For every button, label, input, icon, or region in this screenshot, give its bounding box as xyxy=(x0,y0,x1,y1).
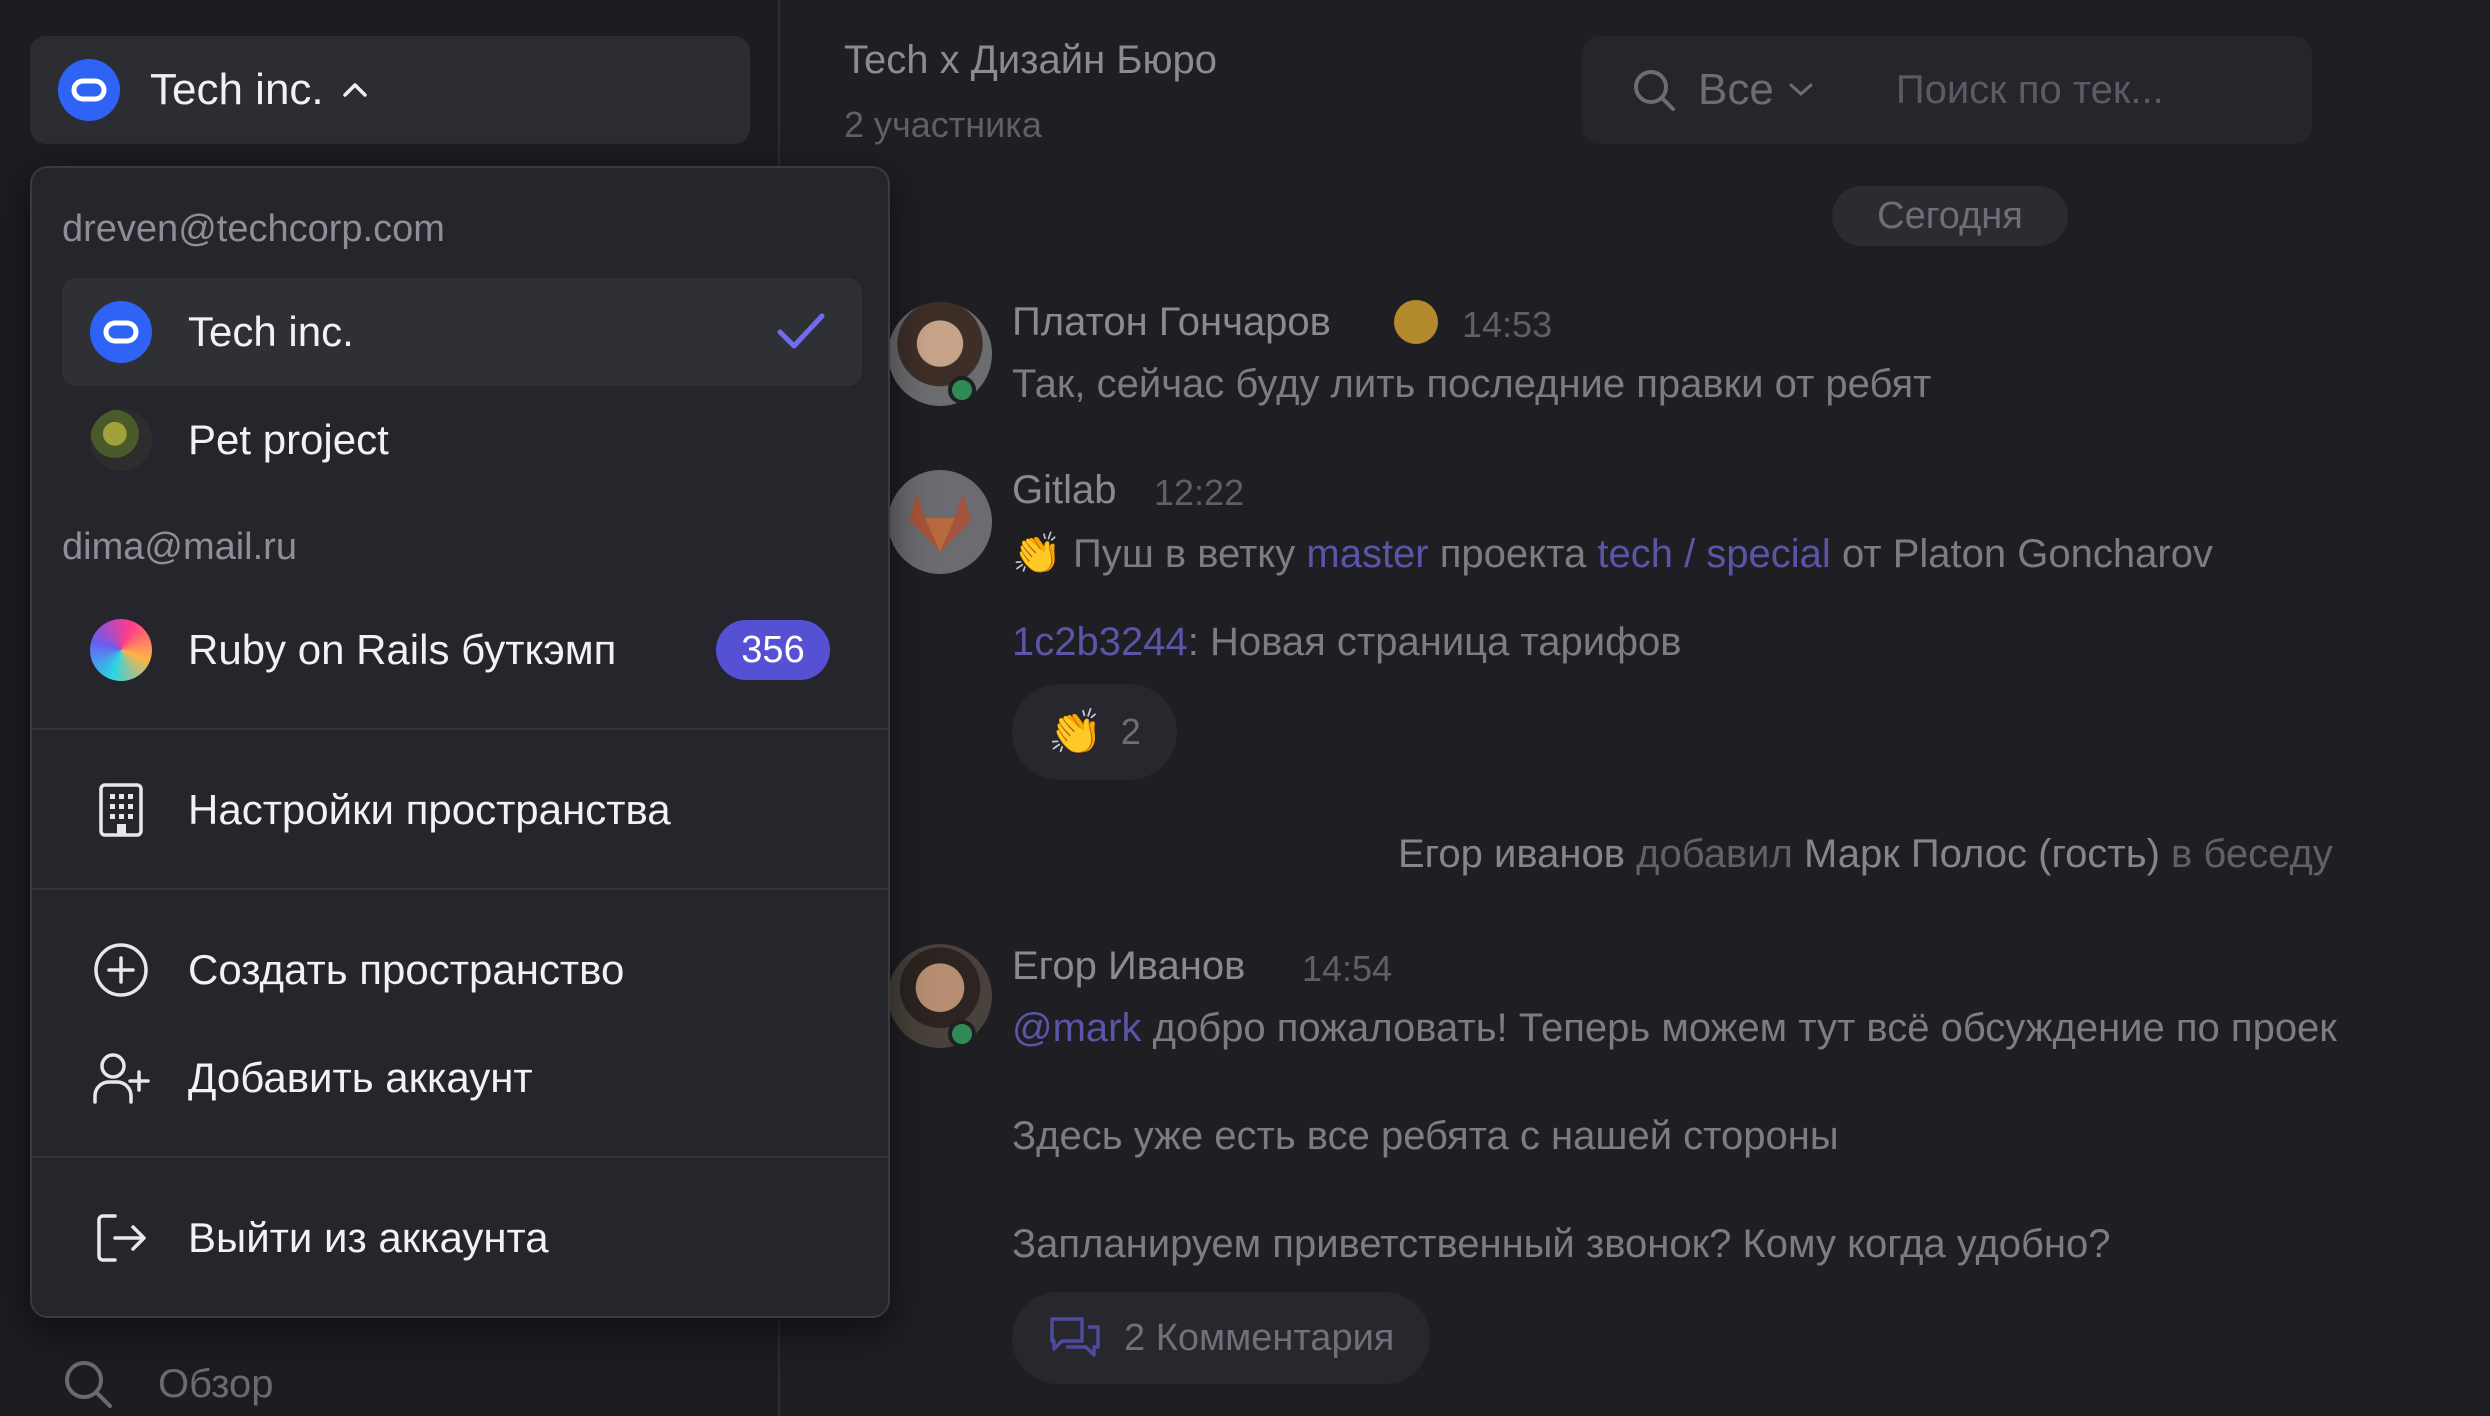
workspace-item-pet-project[interactable]: Pet project xyxy=(62,386,862,494)
gitlab-logo-icon xyxy=(909,494,971,552)
sidebar-item-overview[interactable]: Обзор xyxy=(60,1356,274,1412)
menu-label: Настройки пространства xyxy=(188,786,671,833)
search-icon xyxy=(1634,70,1675,111)
workspace-label: Pet project xyxy=(188,416,389,463)
reaction-count: 2 xyxy=(1120,711,1141,752)
workspace-item-tech-inc[interactable]: Tech inc. xyxy=(62,278,862,386)
space-settings-item[interactable]: Настройки пространства xyxy=(62,756,862,864)
clap-emoji-icon: 👏 xyxy=(1012,532,1062,576)
message-time: 12:22 xyxy=(1154,472,1245,513)
unread-badge: 356 xyxy=(716,620,830,680)
message-time: 14:54 xyxy=(1302,948,1393,989)
user-plus-icon xyxy=(90,1047,152,1109)
reaction-button[interactable]: 👏 2 xyxy=(1012,684,1177,780)
sidebar-item-label: Обзор xyxy=(158,1361,274,1406)
mention-link[interactable]: @mark xyxy=(1012,1006,1142,1050)
message-text: Запланируем приветственный звонок? Кому … xyxy=(1012,1222,2111,1266)
system-actor[interactable]: Егор иванов xyxy=(1398,832,1625,876)
gitlab-avatar[interactable] xyxy=(888,470,992,574)
workspace-switcher[interactable]: Tech inc. xyxy=(30,36,750,144)
search-icon xyxy=(65,1361,112,1408)
project-link[interactable]: tech / special xyxy=(1597,532,1830,576)
chat-search: Все Поиск по тек... xyxy=(1582,36,2312,144)
workspace-label: Ruby on Rails буткэмп xyxy=(188,626,617,673)
workspace-item-ruby-bootcamp[interactable]: Ruby on Rails буткэмп 356 xyxy=(62,596,862,704)
date-divider: Сегодня xyxy=(1832,186,2068,246)
message-text: Здесь уже есть все ребята с нашей сторон… xyxy=(1012,1114,1839,1158)
workspace-name: Tech inc. xyxy=(150,65,324,114)
workspace-avatar-icon xyxy=(90,619,152,681)
app-window: Tech inc. Обзор Tech x Дизайн Бюро 2 уча… xyxy=(0,0,2490,1416)
search-filter-dropdown[interactable]: Все xyxy=(1698,65,1816,115)
menu-label: Добавить аккаунт xyxy=(188,1054,533,1101)
plus-circle-icon xyxy=(90,939,152,1001)
comments-label: 2 Комментария xyxy=(1124,1316,1395,1359)
smiley-emoji-icon xyxy=(1394,300,1438,344)
divider xyxy=(32,888,888,890)
message-text: Так, сейчас буду лить последние правки о… xyxy=(1012,362,1932,406)
clap-emoji-icon: 👏 xyxy=(1048,708,1103,757)
message-text: @mark добро пожаловать! Теперь можем тут… xyxy=(1012,1006,2337,1050)
system-target[interactable]: Марк Полос (гость) xyxy=(1804,832,2160,876)
message-time: 14:53 xyxy=(1462,304,1553,345)
workspace-logo-icon xyxy=(90,301,152,363)
chevron-up-icon xyxy=(342,83,367,97)
commit-link[interactable]: 1c2b3244 xyxy=(1012,620,1188,664)
branch-link[interactable]: master xyxy=(1306,532,1428,576)
menu-label: Выйти из аккаунта xyxy=(188,1214,549,1261)
workspace-avatar-icon xyxy=(90,409,152,471)
system-message: Егор иванов добавил Марк Полос (гость) в… xyxy=(1398,832,2333,876)
commit-line: 1c2b3244: Новая страница тарифов xyxy=(1012,620,1682,664)
message-author[interactable]: Егор Иванов xyxy=(1012,944,1245,989)
message-author[interactable]: Платон Гончаров xyxy=(1012,300,1331,345)
add-account-item[interactable]: Добавить аккаунт xyxy=(62,1024,862,1132)
workspace-logo-icon xyxy=(58,59,120,121)
filter-label: Все xyxy=(1698,65,1774,114)
chat-title: Tech x Дизайн Бюро xyxy=(844,38,1218,82)
account-email: dima@mail.ru xyxy=(62,526,297,568)
message-author[interactable]: Gitlab xyxy=(1012,468,1117,513)
chat-panel: Tech x Дизайн Бюро 2 участника Все Поиск… xyxy=(782,0,2490,1416)
online-status-icon xyxy=(948,1020,976,1048)
logout-icon xyxy=(90,1207,152,1269)
create-space-item[interactable]: Создать пространство xyxy=(62,916,862,1024)
avatar[interactable] xyxy=(888,944,992,1048)
online-status-icon xyxy=(948,376,976,404)
comments-button[interactable]: 2 Комментария xyxy=(1012,1292,1431,1384)
checkmark-icon xyxy=(777,313,825,349)
divider xyxy=(32,728,888,730)
avatar[interactable] xyxy=(888,302,992,406)
divider xyxy=(32,1156,888,1158)
workspace-menu: dreven@techcorp.com Tech inc. Pet projec… xyxy=(30,166,890,1318)
chat-participants[interactable]: 2 участника xyxy=(844,104,1042,146)
message-text: 👏 Пуш в ветку master проекта tech / spec… xyxy=(1012,532,2213,576)
chevron-down-icon xyxy=(1789,83,1813,97)
building-icon xyxy=(90,779,152,841)
logout-item[interactable]: Выйти из аккаунта xyxy=(62,1184,862,1292)
comments-icon xyxy=(1050,1317,1100,1357)
menu-label: Создать пространство xyxy=(188,946,625,993)
workspace-label: Tech inc. xyxy=(188,308,354,355)
account-email: dreven@techcorp.com xyxy=(62,208,445,250)
search-input[interactable]: Поиск по тек... xyxy=(1896,68,2164,113)
